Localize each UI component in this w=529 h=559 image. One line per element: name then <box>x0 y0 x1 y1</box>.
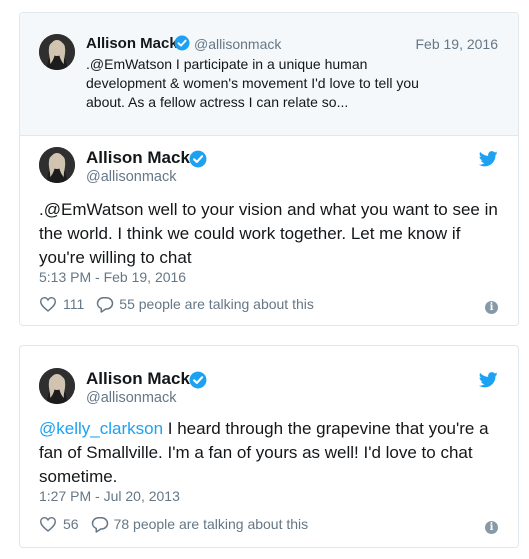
avatar[interactable] <box>39 368 75 404</box>
avatar[interactable] <box>39 147 75 183</box>
like-count[interactable]: 56 <box>63 516 79 532</box>
tweet-actions: 111 55 people are talking about this <box>39 294 314 314</box>
author-name[interactable]: Allison Mack <box>86 148 190 168</box>
author-handle[interactable]: @allisonmack <box>86 169 176 185</box>
talking-about-link[interactable]: 55 people are talking about this <box>119 296 314 312</box>
reply-bubble-icon[interactable] <box>96 296 114 313</box>
quoted-text: .@EmWatson I participate in a unique hum… <box>86 56 419 110</box>
author-name[interactable]: Allison Mack <box>86 369 190 389</box>
twitter-bird-icon[interactable] <box>478 151 498 172</box>
verified-badge-icon <box>189 371 207 394</box>
quoted-tweet[interactable]: Allison Mack @allisonmack Feb 19, 2016 .… <box>20 13 518 136</box>
tweet-card[interactable]: Allison Mack @allisonmack @kelly_clarkso… <box>19 345 519 548</box>
avatar[interactable] <box>39 34 75 70</box>
tweet-text: .@EmWatson well to your vision and what … <box>39 198 504 270</box>
info-icon[interactable]: i <box>485 521 498 534</box>
tweet-timestamp[interactable]: 1:27 PM - Jul 20, 2013 <box>39 488 180 504</box>
tweet-body: .@EmWatson well to your vision and what … <box>39 200 498 267</box>
heart-icon[interactable] <box>39 516 57 532</box>
verified-badge-icon <box>174 35 190 56</box>
mention-link[interactable]: @kelly_clarkson <box>39 419 163 438</box>
tweet-text: @kelly_clarkson I heard through the grap… <box>39 417 504 489</box>
quoted-date[interactable]: Feb 19, 2016 <box>415 36 498 52</box>
tweet-actions: 56 78 people are talking about this <box>39 514 308 534</box>
heart-icon[interactable] <box>39 296 57 312</box>
author-handle[interactable]: @allisonmack <box>86 390 176 406</box>
like-count[interactable]: 111 <box>63 296 84 312</box>
quoted-author-name[interactable]: Allison Mack <box>86 35 178 52</box>
verified-badge-icon <box>189 150 207 173</box>
tweet-timestamp[interactable]: 5:13 PM - Feb 19, 2016 <box>39 269 186 285</box>
quoted-author-handle[interactable]: @allisonmack <box>194 36 281 52</box>
info-icon[interactable]: i <box>485 301 498 314</box>
tweet-card[interactable]: Allison Mack @allisonmack Feb 19, 2016 .… <box>19 12 519 326</box>
reply-bubble-icon[interactable] <box>91 516 109 533</box>
talking-about-link[interactable]: 78 people are talking about this <box>114 516 309 532</box>
twitter-bird-icon[interactable] <box>478 372 498 393</box>
